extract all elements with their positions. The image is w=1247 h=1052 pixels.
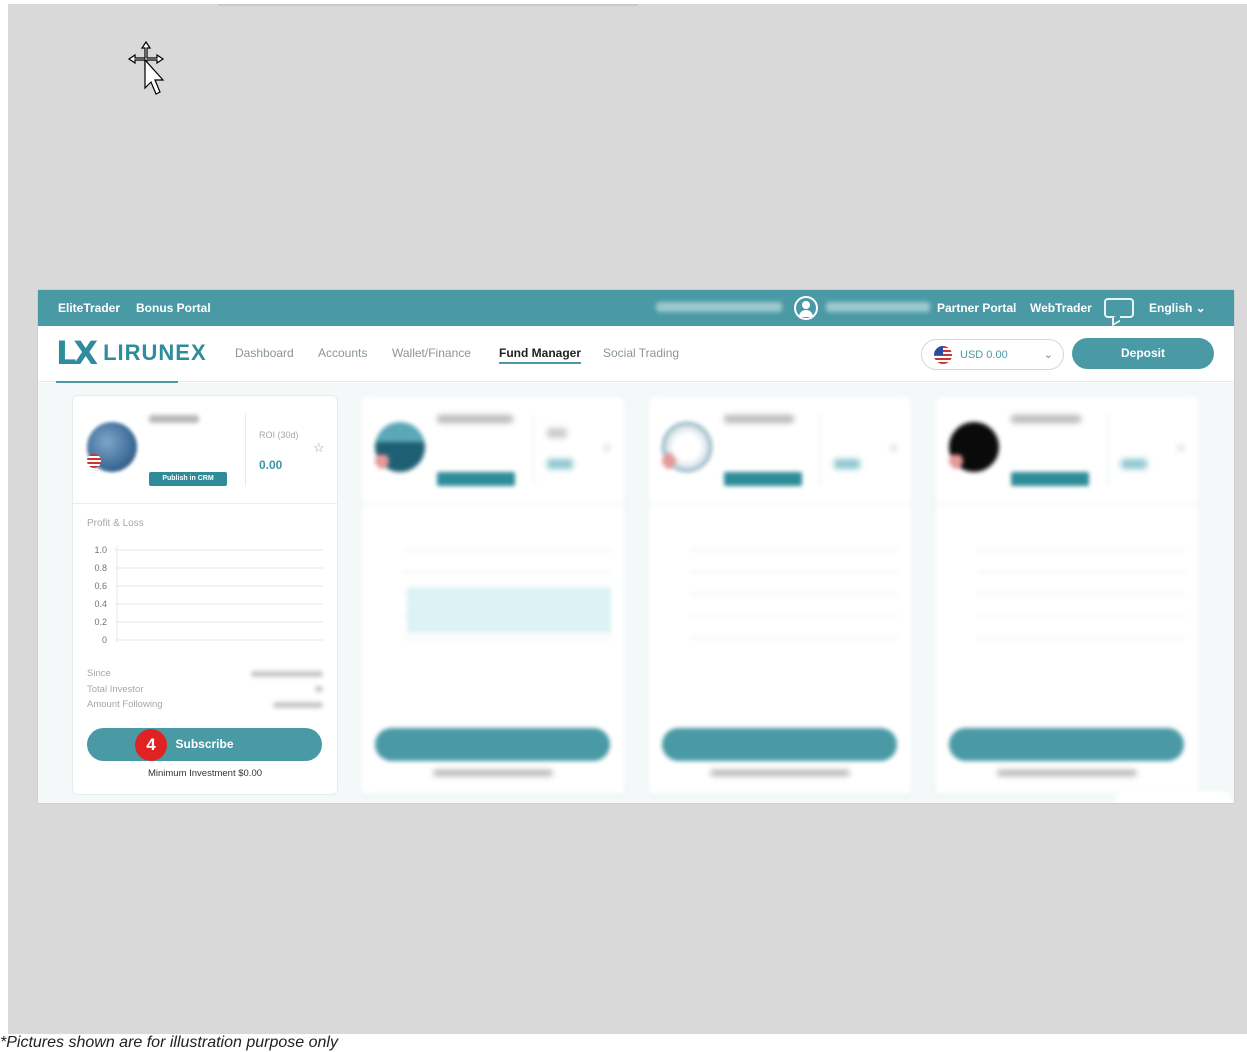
nav-fund-manager[interactable]: Fund Manager (499, 346, 582, 364)
subscribe-button[interactable] (375, 728, 610, 761)
strategy-name-blurred (437, 414, 513, 426)
profit-loss-chart: 1.0 0.8 0.6 0.4 0.2 0 (94, 545, 323, 645)
strategy-name-blurred (149, 414, 199, 426)
bonus-portal-link[interactable]: Bonus Portal (136, 301, 211, 315)
strategy-name-blurred (1011, 414, 1081, 426)
y-tick-label: 0.2 (94, 617, 107, 627)
portal-screenshot: EliteTrader Bonus Portal Partner Portal … (38, 290, 1234, 803)
minimum-investment-blurred (648, 768, 912, 779)
profit-loss-chart (977, 549, 1185, 639)
us-flag-icon (87, 454, 101, 468)
minimum-investment-blurred (361, 768, 625, 779)
total-investor-value-blurred (315, 686, 323, 693)
roi-label: ROI (30d) (259, 430, 299, 440)
roi-label-blurred (547, 428, 587, 443)
move-cursor-icon (127, 40, 165, 95)
user-name-blurred (826, 301, 930, 315)
message-icon[interactable] (1104, 298, 1134, 318)
card-header: Publish in CRM ROI (30d) 0.00 ☆ (73, 396, 337, 504)
deposit-button[interactable]: Deposit (1072, 338, 1214, 369)
strategy-tag (437, 472, 515, 486)
favorite-star-icon[interactable]: ☆ (888, 440, 900, 456)
favorite-star-icon[interactable]: ☆ (1175, 440, 1187, 456)
step-number-badge: 4 (135, 729, 167, 761)
strategy-name-blurred (724, 414, 794, 426)
roi-value-blurred (1121, 458, 1147, 472)
y-tick-label: 0.8 (94, 563, 107, 573)
since-value-blurred (251, 670, 323, 677)
subscribe-button[interactable] (662, 728, 897, 761)
strategy-card: Publish in CRM ROI (30d) 0.00 ☆ Profit &… (72, 395, 338, 795)
strategy-card: ☆ (934, 395, 1200, 795)
language-selector[interactable]: English ⌄ (1149, 301, 1206, 315)
favorite-star-icon[interactable]: ☆ (601, 440, 613, 456)
strategy-tag (1011, 472, 1089, 486)
roi-value-blurred (834, 458, 860, 472)
nav-social-trading[interactable]: Social Trading (603, 346, 679, 360)
minimum-investment: Minimum Investment $0.00 (147, 768, 263, 779)
roi-value-blurred (547, 458, 573, 472)
favorite-star-icon[interactable]: ☆ (313, 440, 325, 456)
partner-portal-link[interactable]: Partner Portal (937, 301, 1016, 315)
roi-value: 0.00 (259, 458, 283, 472)
elitetrader-link[interactable]: EliteTrader (58, 301, 120, 315)
logo-mark: LX (56, 334, 98, 372)
profit-loss-chart (690, 549, 898, 639)
top-bar: EliteTrader Bonus Portal Partner Portal … (38, 290, 1234, 326)
live-chat-label[interactable] (1114, 791, 1232, 803)
chevron-down-icon: ⌄ (1043, 349, 1053, 361)
publish-in-crm-badge[interactable]: Publish in CRM (149, 472, 227, 486)
nav-wallet-finance[interactable]: Wallet/Finance (392, 346, 471, 360)
lirunex-logo[interactable]: LX LIRUNEX (56, 334, 207, 372)
currency-balance: USD 0.00 (960, 348, 1008, 361)
divider (820, 414, 821, 486)
account-id-blurred (656, 301, 782, 315)
currency-selector[interactable]: USD 0.00 ⌄ (921, 339, 1064, 370)
y-tick-label: 0 (102, 635, 107, 645)
since-label: Since (87, 668, 111, 679)
y-tick-label: 1.0 (94, 545, 107, 555)
webtrader-link[interactable]: WebTrader (1030, 301, 1092, 315)
strategy-stats: Since Total Investor Amount Following (87, 666, 323, 713)
nav-dashboard[interactable]: Dashboard (235, 346, 294, 360)
illustration-disclaimer: *Pictures shown are for illustration pur… (0, 1034, 338, 1051)
fund-manager-content: Publish in CRM ROI (30d) 0.00 ☆ Profit &… (38, 383, 1234, 803)
us-flag-icon (662, 454, 676, 468)
amount-following-label: Amount Following (87, 699, 163, 710)
us-flag-icon (949, 454, 963, 468)
strategy-card: ☆ (360, 395, 626, 795)
amount-following-value-blurred (273, 701, 323, 708)
card-header: ☆ (648, 396, 912, 504)
card-header: ☆ (935, 396, 1199, 504)
divider (1107, 414, 1108, 486)
y-tick-label: 0.6 (94, 581, 107, 591)
us-flag-icon (934, 345, 952, 364)
card-header: ☆ (361, 396, 625, 504)
user-icon[interactable] (794, 296, 818, 320)
subscribe-button[interactable] (949, 728, 1184, 761)
nav-accounts[interactable]: Accounts (318, 346, 367, 360)
backdrop-edge (218, 4, 638, 6)
main-nav: LX LIRUNEX Dashboard Accounts Wallet/Fin… (38, 326, 1234, 383)
us-flag-icon (375, 454, 389, 468)
divider (245, 414, 246, 486)
minimum-investment-blurred (935, 768, 1199, 779)
total-investor-label: Total Investor (87, 683, 144, 695)
logo-text: LIRUNEX (103, 340, 207, 365)
divider (533, 414, 534, 486)
profit-loss-chart (403, 549, 611, 639)
profit-loss-label: Profit & Loss (87, 518, 144, 529)
strategy-card: ☆ (647, 395, 913, 795)
strategy-tag (724, 472, 802, 486)
subscribe-button[interactable]: Subscribe (87, 728, 322, 761)
y-tick-label: 0.4 (94, 599, 107, 609)
